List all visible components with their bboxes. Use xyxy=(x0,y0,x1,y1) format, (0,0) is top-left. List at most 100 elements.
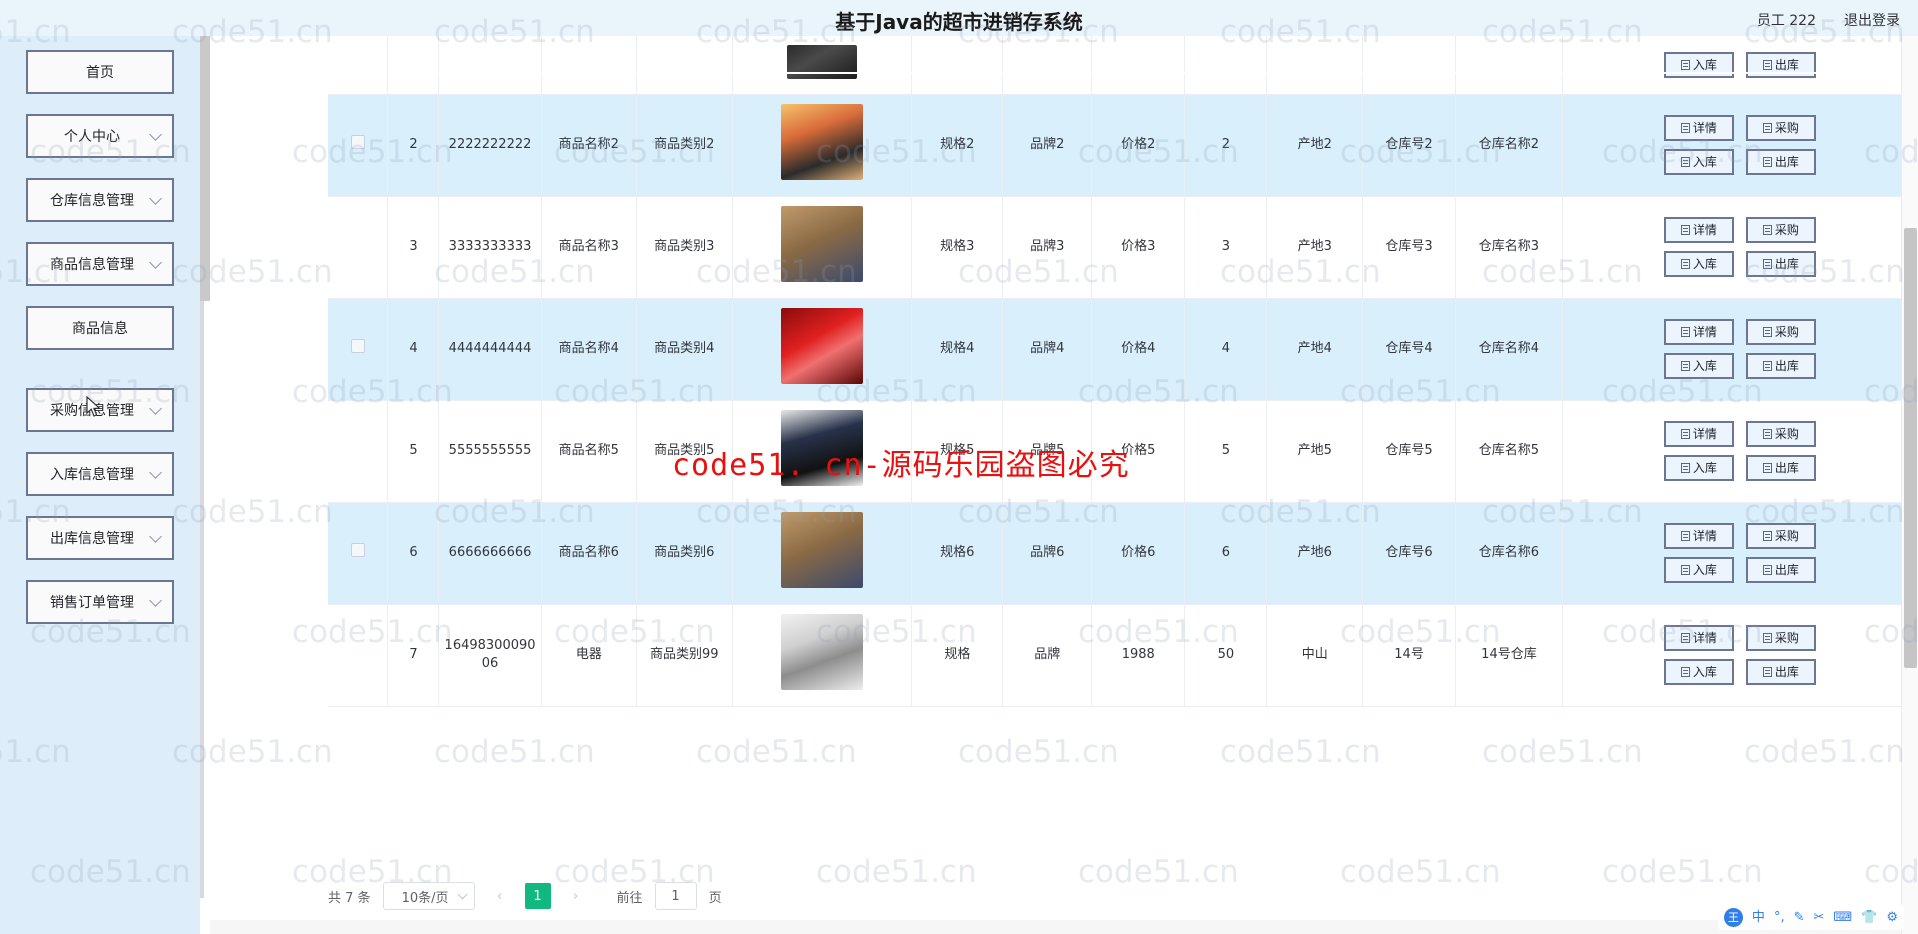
table-row[interactable]: 4 4444444444 商品名称4 商品类别4 规格4 品牌4 价格4 4 产地4 仓库号4 仓库… xyxy=(328,298,1918,401)
detail-button[interactable]: 详情 xyxy=(1663,421,1734,447)
product-table-scroll[interactable]: 入库 出库 2 2222222222 商品名称2 商品类别2 规格2 品牌2 价格2 2 产地2 仓库… xyxy=(328,36,1918,862)
stock-out-button[interactable]: 出库 xyxy=(1745,149,1816,175)
cell-product-image[interactable] xyxy=(732,400,913,503)
stock-in-button[interactable]: 入库 xyxy=(1663,149,1734,175)
table-row[interactable]: 5 5555555555 商品名称5 商品类别5 规格5 品牌5 价格5 5 产地5 仓库号5 仓库… xyxy=(328,400,1918,503)
sidebar-item-1[interactable]: 个人中心 xyxy=(26,114,174,158)
sidebar-item-7[interactable]: 出库信息管理 xyxy=(26,516,174,560)
stock-out-button[interactable]: 出库 xyxy=(1745,659,1816,685)
product-thumbnail[interactable] xyxy=(780,308,863,385)
purchase-button-label: 采购 xyxy=(1774,324,1799,339)
ime-glyph-2-icon[interactable]: ✎ xyxy=(1794,911,1805,924)
purchase-button[interactable]: 采购 xyxy=(1745,115,1816,141)
ime-glyph-6-icon[interactable]: ⚙ xyxy=(1886,911,1898,924)
cell-actions: 详情 采购入库 出库 xyxy=(1562,604,1918,707)
table-row[interactable]: 入库 出库 xyxy=(328,36,1918,95)
row-checkbox[interactable] xyxy=(350,339,365,354)
stock-in-button[interactable]: 入库 xyxy=(1663,251,1734,277)
sidebar-divider-lower xyxy=(200,301,204,898)
document-icon xyxy=(1762,531,1772,541)
cell-product-image[interactable] xyxy=(732,604,913,707)
detail-button[interactable]: 详情 xyxy=(1663,625,1734,651)
table-row[interactable]: 6 6666666666 商品名称6 商品类别6 规格6 品牌6 价格6 6 产地6 仓库号6 仓库… xyxy=(328,502,1918,605)
cell-index: 5 xyxy=(387,400,440,503)
cell-price: 价格2 xyxy=(1091,94,1186,197)
ime-glyph-3-icon[interactable]: ✂ xyxy=(1813,911,1824,924)
detail-button[interactable]: 详情 xyxy=(1663,523,1734,549)
purchase-button[interactable]: 采购 xyxy=(1745,523,1816,549)
detail-button[interactable]: 详情 xyxy=(1663,115,1734,141)
product-thumbnail[interactable] xyxy=(780,206,863,283)
cell-index xyxy=(387,36,440,95)
cell-index: 2 xyxy=(387,94,440,197)
cell-product-image[interactable] xyxy=(732,196,913,299)
ime-glyph-1-icon[interactable]: °, xyxy=(1774,911,1785,924)
cell-brand: 品牌 xyxy=(1002,604,1093,707)
page-number-1[interactable]: 1 xyxy=(524,883,551,909)
product-thumbnail[interactable] xyxy=(780,512,863,589)
cell-product-image[interactable] xyxy=(732,36,913,95)
document-icon xyxy=(1680,667,1690,677)
page-size-select[interactable]: 10条/页 xyxy=(382,882,475,910)
sidebar-item-6[interactable]: 入库信息管理 xyxy=(26,452,174,496)
sidebar-item-5[interactable]: 采购信息管理 xyxy=(26,388,174,432)
next-page-button[interactable]: › xyxy=(563,883,589,909)
stock-in-button-label: 入库 xyxy=(1692,664,1717,679)
cell-warehouse-no: 仓库号6 xyxy=(1362,502,1457,605)
cell-product-image[interactable] xyxy=(732,298,913,401)
row-checkbox[interactable] xyxy=(350,543,365,558)
product-thumbnail[interactable] xyxy=(780,104,863,181)
cell-product-image[interactable] xyxy=(732,502,913,605)
detail-button[interactable]: 详情 xyxy=(1663,319,1734,345)
sidebar-item-0[interactable]: 首页 xyxy=(26,50,174,94)
stock-in-button[interactable]: 入库 xyxy=(1663,455,1734,481)
cell-product-image[interactable] xyxy=(732,94,913,197)
stock-out-button[interactable]: 出库 xyxy=(1745,251,1816,277)
detail-button[interactable]: 详情 xyxy=(1663,217,1734,243)
cell-price: 价格6 xyxy=(1091,502,1186,605)
stock-in-button-label: 入库 xyxy=(1692,256,1717,271)
ime-glyph-5-icon[interactable]: 👕 xyxy=(1861,911,1877,924)
cell-name: 商品名称4 xyxy=(541,298,638,401)
product-thumbnail[interactable] xyxy=(780,410,863,487)
ime-logo-icon[interactable]: 王 xyxy=(1723,907,1743,927)
logout-button[interactable]: 退出登录 xyxy=(1844,10,1900,30)
page-unit-label: 页 xyxy=(708,890,722,906)
cell-warehouse-name: 仓库名称4 xyxy=(1455,298,1563,401)
stock-out-button[interactable]: 出库 xyxy=(1745,455,1816,481)
cell-price: 价格3 xyxy=(1091,196,1186,299)
purchase-button-label: 采购 xyxy=(1774,222,1799,237)
table-row[interactable]: 2 2222222222 商品名称2 商品类别2 规格2 品牌2 价格2 2 产地2 仓库号2 仓库… xyxy=(328,94,1918,197)
cell-warehouse-no: 仓库号4 xyxy=(1362,298,1457,401)
goto-page-input[interactable] xyxy=(654,882,697,910)
stock-in-button[interactable]: 入库 xyxy=(1663,353,1734,379)
horizontal-scrollbar-track[interactable] xyxy=(210,920,1901,934)
cell-brand: 品牌6 xyxy=(1002,502,1093,605)
stock-out-button[interactable]: 出库 xyxy=(1745,557,1816,583)
product-thumbnail[interactable] xyxy=(780,614,863,691)
purchase-button[interactable]: 采购 xyxy=(1745,421,1816,447)
prev-page-button[interactable]: ‹ xyxy=(487,883,513,909)
stock-out-button-label: 出库 xyxy=(1774,562,1799,577)
purchase-button[interactable]: 采购 xyxy=(1745,217,1816,243)
cell-warehouse-no: 14号 xyxy=(1362,604,1457,707)
sidebar-item-label: 商品信息管理 xyxy=(50,257,134,273)
ime-glyph-0-icon[interactable]: 中 xyxy=(1752,911,1765,924)
sidebar-item-8[interactable]: 销售订单管理 xyxy=(26,580,174,624)
sidebar-item-3[interactable]: 商品信息管理 xyxy=(26,242,174,286)
row-checkbox[interactable] xyxy=(350,135,365,150)
purchase-button[interactable]: 采购 xyxy=(1745,319,1816,345)
vertical-scrollbar-thumb[interactable] xyxy=(1904,228,1917,668)
document-icon xyxy=(1762,429,1772,439)
ime-glyph-4-icon[interactable]: ⌨ xyxy=(1833,911,1852,924)
purchase-button[interactable]: 采购 xyxy=(1745,625,1816,651)
stock-in-button[interactable]: 入库 xyxy=(1663,659,1734,685)
table-row[interactable]: 7 1649830009006 电器 商品类别99 规格 品牌 1988 50 中山 14号 14号… xyxy=(328,604,1918,707)
current-user-label[interactable]: 员工 222 xyxy=(1757,10,1816,30)
sidebar-item-2[interactable]: 仓库信息管理 xyxy=(26,178,174,222)
table-row[interactable]: 3 3333333333 商品名称3 商品类别3 规格3 品牌3 价格3 3 产地3 仓库号3 仓库… xyxy=(328,196,1918,299)
stock-out-button[interactable]: 出库 xyxy=(1745,353,1816,379)
stock-in-button[interactable]: 入库 xyxy=(1663,557,1734,583)
document-icon xyxy=(1680,327,1690,337)
sidebar-item-4[interactable]: 商品信息 xyxy=(26,306,174,350)
